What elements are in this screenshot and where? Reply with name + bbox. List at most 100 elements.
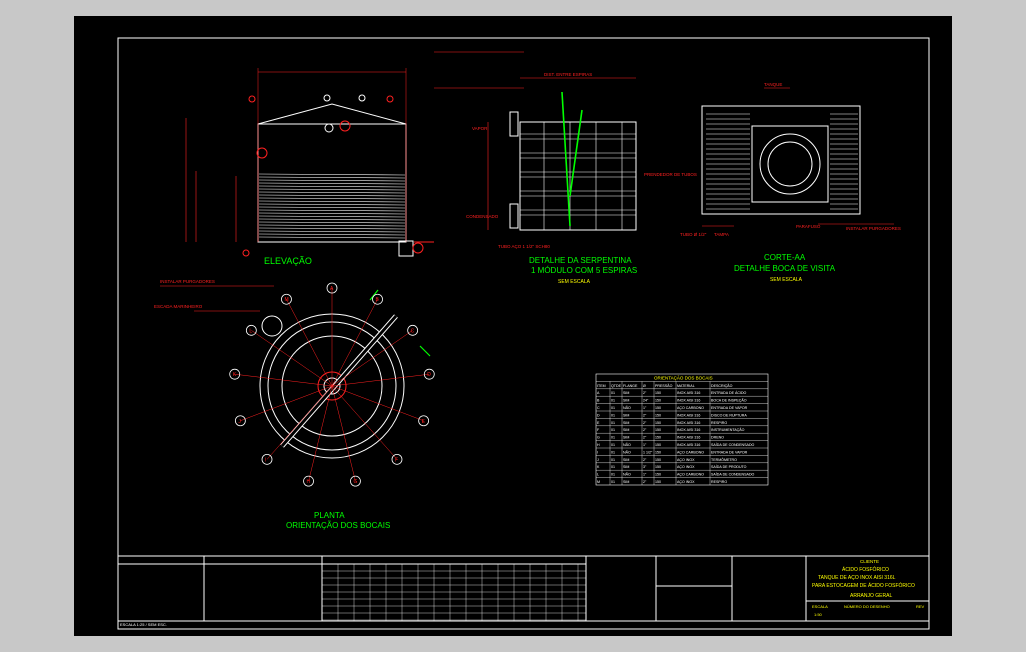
scale-value: 1:50 (814, 612, 823, 617)
nozzle-table-cell: 2" (643, 480, 647, 484)
nozzle-bubble-label: G (353, 479, 357, 485)
nozzle-table-cell: L (597, 473, 599, 477)
nozzle-table-cell: NÃO (623, 449, 631, 454)
nozzle-table-cell: 150 (655, 458, 661, 462)
nozzle-table-cell: J (597, 458, 599, 462)
nozzle-table-cell: 01 (611, 450, 615, 454)
nozzle-table-cell: TERMÔMETRO (711, 457, 737, 462)
nozzle-table-cell: 150 (655, 406, 661, 410)
note-purgador-2: INSTALAR PURGADORES (846, 226, 901, 231)
nozzle-table-title: ORIENTAÇÃO DOS BOCAIS (654, 375, 713, 381)
nozzle-table-header: ITEM (597, 384, 606, 388)
note-parafuso: PARAFUSO (796, 224, 821, 229)
nozzle-table-cell: 150 (655, 465, 661, 469)
nozzle-table-cell: 150 (655, 391, 661, 395)
nozzle-table-cell: NÃO (623, 442, 631, 447)
nozzle-table-cell: SIM (623, 465, 629, 469)
note-tubo-sec: TUBO Ø 1/2" (680, 232, 707, 237)
nozzle-table-cell: 150 (655, 421, 661, 425)
nozzle-table-cell: AÇO INOX (677, 480, 695, 484)
nozzle-table-cell: 01 (611, 413, 615, 417)
elevation-title: ELEVAÇÃO (264, 256, 312, 266)
nozzle-table-cell: 150 (655, 436, 661, 440)
nozzle-table-cell: B (597, 399, 600, 403)
nozzle-table-cell: 2" (643, 421, 647, 425)
nozzle-table-cell: SIM (623, 428, 629, 432)
nozzle-table-cell: 2" (643, 436, 647, 440)
nozzle-table-cell: SIM (623, 413, 629, 417)
nozzle-table-cell: SAÍDA DE CONDENSADO (711, 473, 755, 477)
nozzle-table-header: MATERIAL (677, 384, 695, 388)
nozzle-table-cell: 1" (643, 443, 647, 447)
nozzle-table-cell: 150 (655, 428, 661, 432)
plan-view: A B C D E F G H I J K L M (229, 282, 435, 487)
nozzle-table-cell: DISCO DE RUPTURA (711, 413, 747, 417)
note-vapor: VAPOR (472, 126, 488, 131)
nozzle-table-cell: DRENO (711, 436, 724, 440)
nozzle-table-cell: AÇO INOX (677, 458, 695, 462)
nozzle-table-cell: SIM (623, 458, 629, 462)
nozzle-table-cell: INOX AISI 316 (677, 391, 700, 395)
serpentine-detail (434, 51, 637, 231)
serpentine-title-3: SEM ESCALA (558, 279, 591, 285)
nozzle-bubble-label: J (238, 419, 241, 425)
nozzle-table-cell: K (597, 465, 600, 469)
nozzle-bubble-label: I (265, 457, 266, 463)
nozzle-table-cell: AÇO CARBONO (677, 473, 704, 477)
nozzle-table-cell: G (597, 436, 600, 440)
section-aa (701, 87, 894, 227)
nozzle-table-cell: INOX AISI 316 (677, 399, 700, 403)
nozzle-table-cell: I (597, 450, 598, 454)
nozzle-table-cell: 150 (655, 450, 661, 454)
nozzle-table-header: Ø (643, 384, 646, 388)
note-dist: DIST. ENTRE ESPIRAS (544, 72, 592, 77)
nozzle-table-cell: INSTRUMENTAÇÃO (711, 427, 745, 432)
section-title-1: CORTE-AA (764, 253, 806, 262)
nozzle-table-cell: 1 1/2" (643, 450, 653, 454)
section-title-3: SEM ESCALA (770, 277, 803, 283)
title-block (117, 555, 930, 630)
nozzle-table-cell: INOX AISI 316 (677, 413, 700, 417)
nozzle-table-cell: ENTRADA DE ÁCIDO (711, 391, 747, 395)
nozzle-table: ORIENTAÇÃO DOS BOCAIS ITEM ABCDEFGHIJKLM QT… (595, 373, 769, 486)
nozzle-table-cell: RESPIRO (711, 421, 727, 425)
note-purgador-1: INSTALAR PURGADORES (160, 279, 215, 284)
company-label: CLIENTE (860, 559, 879, 564)
nozzle-table-cell: 150 (655, 473, 661, 477)
title-line-1: ÁCIDO FOSFÓRICO (842, 566, 889, 573)
nozzle-bubble-label: D (427, 372, 431, 378)
note-tampa: TAMPA (714, 232, 729, 237)
nozzle-table-cell: 150 (655, 413, 661, 417)
nozzle-table-cell: 3" (643, 465, 647, 469)
nozzle-table-cell: SIM (623, 436, 629, 440)
nozzle-table-cell: E (597, 421, 600, 425)
scale-label: ESCALA (812, 604, 828, 609)
nozzle-table-cell: 2" (643, 458, 647, 462)
nozzle-table-header: FLANGE (623, 384, 638, 388)
note-condensado: CONDENSADO (466, 214, 499, 219)
nozzle-table-cell: AÇO CARBONO (677, 450, 704, 454)
nozzle-table-cell: 01 (611, 436, 615, 440)
nozzle-table-cell: 01 (611, 480, 615, 484)
plan-title-2: ORIENTAÇÃO DOS BOCAIS (286, 521, 390, 530)
nozzle-table-cell: RESPIRO (711, 480, 727, 484)
nozzle-table-cell: 01 (611, 473, 615, 477)
nozzle-table-cell: INOX AISI 316 (677, 421, 700, 425)
nozzle-table-cell: SAÍDA DE CONDENSADO (711, 443, 755, 447)
nozzle-table-cell: 01 (611, 421, 615, 425)
nozzle-table-cell: AÇO CARBONO (677, 406, 704, 410)
nozzle-table-cell: 01 (611, 443, 615, 447)
section-title-2: DETALHE BOCA DE VISITA (734, 264, 836, 273)
title-line-4: ARRANJO GERAL (850, 593, 892, 599)
serpentine-title-2: 1 MÓDULO COM 5 ESPIRAS (531, 266, 637, 275)
nozzle-table-cell: INOX AISI 316 (677, 428, 700, 432)
note-tanque: TANQUE (764, 82, 782, 87)
nozzle-table-cell: 150 (655, 399, 661, 403)
nozzle-bubble-label: C (411, 328, 415, 334)
nozzle-table-cell: INOX AISI 316 (677, 443, 700, 447)
nozzle-table-cell: 01 (611, 465, 615, 469)
nozzle-table-cell: D (597, 413, 600, 417)
nozzle-bubble-label: B (376, 297, 380, 303)
elevation-view (160, 68, 434, 312)
drawing-sheet: ELEVAÇÃO ESCADA MARINHEIRO INSTALAR PURG… (74, 16, 952, 636)
